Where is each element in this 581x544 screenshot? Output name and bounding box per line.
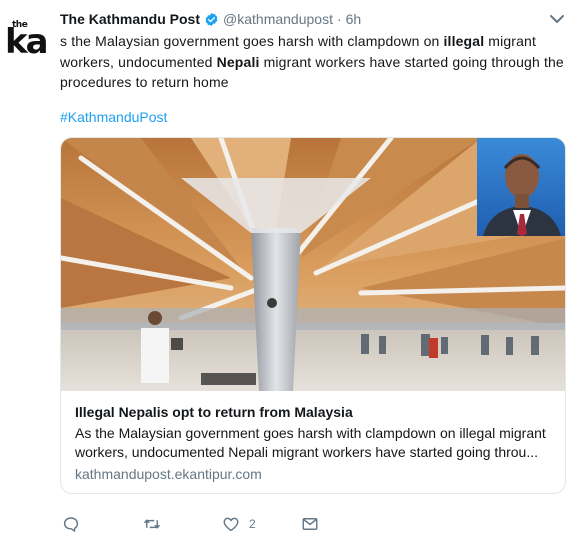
tweet-actions: 2: [60, 514, 480, 534]
reply-icon: [63, 517, 79, 532]
like-count: 2: [249, 517, 256, 531]
heart-icon: [223, 517, 239, 532]
chevron-down-icon[interactable]: [549, 12, 565, 26]
envelope-icon: [302, 518, 318, 530]
card-image[interactable]: [61, 138, 565, 391]
direct-message-button[interactable]: [301, 514, 319, 534]
avatar-logo-text: ka: [5, 22, 49, 62]
tweet-text-highlight: illegal: [443, 33, 485, 49]
tweet-text-highlight: Nepali: [216, 53, 260, 70]
card-title[interactable]: Illegal Nepalis opt to return from Malay…: [75, 403, 555, 421]
retweet-icon: [143, 519, 161, 529]
link-card[interactable]: Illegal Nepalis opt to return from Malay…: [60, 137, 566, 494]
tweet-header: The Kathmandu Post @kathmandupost · 6h: [60, 10, 361, 28]
card-description: As the Malaysian government goes harsh w…: [75, 425, 546, 460]
verified-badge-icon: [205, 12, 218, 26]
account-handle[interactable]: @kathmandupost: [223, 11, 333, 27]
airport-terminal-image: [61, 138, 565, 391]
header-separator: ·: [336, 11, 342, 27]
retweet-button[interactable]: [143, 514, 161, 534]
card-body: Illegal Nepalis opt to return from Malay…: [75, 403, 555, 483]
card-domain: kathmandupost.ekantipur.com: [75, 466, 262, 482]
avatar[interactable]: the ka: [4, 10, 50, 62]
like-button[interactable]: 2: [222, 514, 256, 534]
tweet-timestamp[interactable]: 6h: [346, 11, 362, 27]
tweet: the ka The Kathmandu Post @kathmandupost…: [0, 0, 581, 544]
tweet-text: s the Malaysian government goes harsh wi…: [60, 31, 570, 93]
account-name[interactable]: The Kathmandu Post: [60, 11, 200, 27]
tweet-text-part: s the Malaysian government goes harsh wi…: [60, 33, 444, 49]
reply-button[interactable]: [62, 514, 80, 534]
hashtag-link[interactable]: #KathmanduPost: [60, 109, 167, 125]
